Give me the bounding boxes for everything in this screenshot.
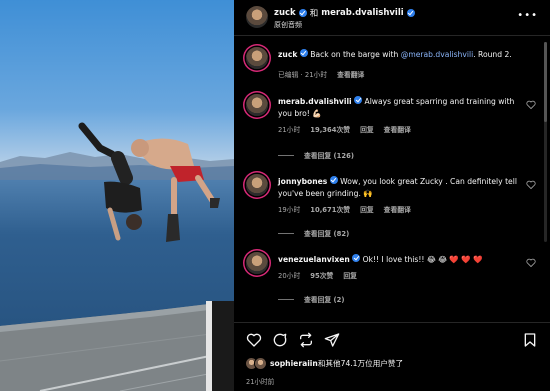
collab-authors: zuck 和 merab.dvalishvili: [274, 7, 415, 19]
comment-text: jonnybones Wow, you look great Zucky . C…: [278, 176, 518, 200]
caption-username[interactable]: zuck: [278, 50, 297, 59]
comment-meta: 19小时 10,671次赞 回复 查看翻译: [278, 204, 411, 214]
comment-like-count[interactable]: 10,671次赞: [310, 204, 350, 214]
caption-avatar[interactable]: [246, 47, 268, 69]
author-username-merab[interactable]: merab.dvalishvili: [321, 8, 403, 18]
view-replies-button[interactable]: 查看回复 (126): [278, 150, 354, 160]
comment-reply-button[interactable]: 回复: [360, 124, 374, 134]
caption-mention[interactable]: @merab.dvalishvili: [401, 50, 473, 59]
comment-item: venezuelanvixen Ok!! I love this!! 😂 😂 ❤…: [234, 252, 550, 312]
author-username-zuck[interactable]: zuck: [274, 8, 296, 18]
comment-text: merab.dvalishvili Always great sparring …: [278, 96, 518, 120]
commenter-avatar[interactable]: [246, 94, 268, 116]
comments-scrollbar[interactable]: [544, 42, 547, 242]
bookmark-icon[interactable]: [522, 332, 538, 348]
scrollbar-thumb[interactable]: [544, 42, 547, 122]
verified-badge-icon: [299, 49, 308, 57]
comment-text: venezuelanvixen Ok!! I love this!! 😂 😂 ❤…: [278, 254, 518, 266]
likes-count-text: 和其他74.1万位用户赞了: [317, 359, 404, 368]
comment-meta: 20小时 95次赞 回复: [278, 270, 357, 280]
comments-panel: zuck 和 merab.dvalishvili 原创音频 ••• zuck B…: [234, 0, 550, 391]
heart-icon[interactable]: [246, 332, 262, 348]
author-avatar[interactable]: [246, 6, 268, 28]
view-replies-label: 查看回复 (82): [304, 230, 350, 238]
comment-meta: 21小时 19,364次赞 回复 查看翻译: [278, 124, 411, 134]
caption-translate-link[interactable]: 查看翻译: [337, 69, 364, 79]
original-audio-link[interactable]: 原创音频: [274, 20, 302, 30]
verified-badge-icon: [352, 254, 361, 262]
send-icon[interactable]: [324, 332, 340, 348]
fighters-figure: [78, 122, 220, 242]
view-replies-label: 查看回复 (2): [304, 296, 345, 304]
post-header: zuck 和 merab.dvalishvili 原创音频 •••: [234, 0, 550, 36]
likes-summary[interactable]: sophieraiin和其他74.1万位用户赞了: [246, 358, 403, 369]
caption-text-after: . Round 2.: [473, 50, 512, 59]
liker-username[interactable]: sophieraiin: [270, 359, 318, 368]
commenter-avatar[interactable]: [246, 252, 268, 274]
instagram-post-view: zuck 和 merab.dvalishvili 原创音频 ••• zuck B…: [0, 0, 550, 391]
more-options-icon[interactable]: •••: [517, 10, 538, 21]
caption-text-before: Back on the barge with: [310, 50, 401, 59]
comment-item: jonnybones Wow, you look great Zucky . C…: [234, 174, 550, 244]
comment-like-heart-icon[interactable]: [526, 180, 536, 189]
comment-like-heart-icon[interactable]: [526, 100, 536, 109]
post-video[interactable]: [0, 0, 234, 391]
post-actions-bar: [234, 322, 550, 356]
comment-translate-link[interactable]: 查看翻译: [384, 204, 411, 214]
comment-time: 19小时: [278, 206, 301, 214]
comment-time: 20小时: [278, 272, 301, 280]
caption-text: zuck Back on the barge with @merab.dvali…: [278, 49, 518, 61]
comment-reply-button[interactable]: 回复: [360, 204, 374, 214]
edited-label: 已编辑 · 21小时: [278, 71, 328, 79]
verified-badge-icon: [329, 176, 338, 184]
commenter-username[interactable]: venezuelanvixen: [278, 255, 350, 264]
comment-body: Ok!! I love this!! 😂 😂 ❤️ ❤️ ❤️: [362, 255, 483, 264]
verified-badge-icon: [354, 96, 363, 104]
view-replies-button[interactable]: 查看回复 (82): [278, 228, 349, 238]
comment-item: merab.dvalishvili Always great sparring …: [234, 94, 550, 164]
commenter-avatar[interactable]: [246, 174, 268, 196]
comment-time: 21小时: [278, 126, 301, 134]
commenter-username[interactable]: jonnybones: [278, 177, 327, 186]
post-timestamp: 21小时前: [246, 378, 275, 386]
comment-like-count[interactable]: 95次赞: [310, 270, 333, 280]
liker-avatar: [255, 358, 266, 369]
repost-icon[interactable]: [298, 332, 314, 348]
view-replies-button[interactable]: 查看回复 (2): [278, 294, 345, 304]
comment-icon[interactable]: [272, 332, 288, 348]
comment-reply-button[interactable]: 回复: [343, 270, 357, 280]
view-replies-label: 查看回复 (126): [304, 152, 354, 160]
collab-connector: 和: [309, 9, 319, 19]
comment-translate-link[interactable]: 查看翻译: [384, 124, 411, 134]
comment-like-count[interactable]: 19,364次赞: [310, 124, 350, 134]
caption-meta: 已编辑 · 21小时 查看翻译: [278, 69, 364, 79]
post-caption: zuck Back on the barge with @merab.dvali…: [234, 47, 550, 87]
verified-badge-icon: [406, 9, 415, 17]
comment-like-heart-icon[interactable]: [526, 258, 536, 267]
verified-badge-icon: [298, 9, 307, 17]
commenter-username[interactable]: merab.dvalishvili: [278, 97, 352, 106]
